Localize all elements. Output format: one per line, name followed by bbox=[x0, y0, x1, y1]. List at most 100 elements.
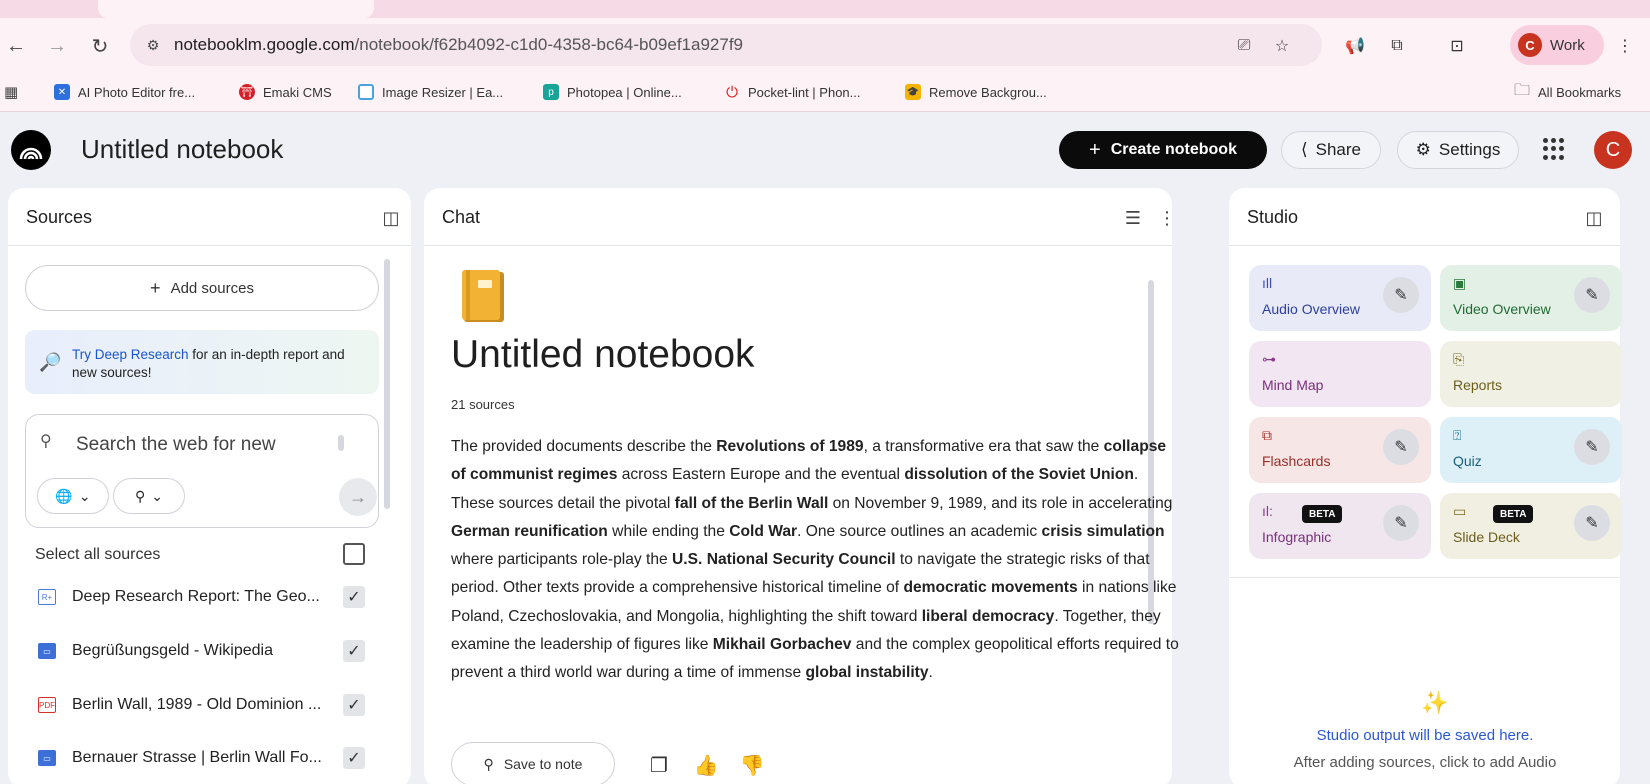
create-notebook-button[interactable]: + Create notebook bbox=[1059, 131, 1267, 169]
deep-research-link[interactable]: Try Deep Research bbox=[72, 347, 189, 362]
photopea-icon: p bbox=[543, 84, 559, 100]
chevron-down-icon: ⌄ bbox=[151, 487, 163, 504]
edit-pencil-icon[interactable]: ✎ bbox=[1383, 277, 1419, 313]
user-avatar[interactable]: C bbox=[1594, 131, 1632, 169]
source-count: 21 sources bbox=[451, 397, 515, 412]
studio-divider bbox=[1230, 577, 1620, 578]
forward-icon[interactable]: → bbox=[43, 32, 71, 60]
collapse-panel-icon[interactable]: ◫ bbox=[379, 206, 403, 230]
quiz-tile[interactable]: ⍰ Quiz ✎ bbox=[1440, 417, 1622, 483]
apps-grid-icon[interactable]: ▦ bbox=[4, 82, 18, 102]
plus-icon: + bbox=[150, 277, 161, 298]
reload-icon[interactable]: ↻ bbox=[86, 32, 114, 60]
studio-title: Studio bbox=[1247, 207, 1299, 227]
emaki-icon: ⛩ bbox=[239, 84, 255, 100]
select-all-label: Select all sources bbox=[35, 546, 161, 563]
add-sources-button[interactable]: + Add sources bbox=[25, 265, 379, 311]
beta-badge: BETA bbox=[1302, 505, 1343, 523]
chat-title: Chat bbox=[442, 207, 481, 227]
source-item[interactable]: PDF Berlin Wall, 1989 - Old Dominion ...… bbox=[8, 685, 398, 725]
web-source-dropdown[interactable]: 🌐 ⌄ bbox=[37, 478, 109, 514]
profile-label: Work bbox=[1550, 36, 1585, 54]
settings-button[interactable]: ⚙ Settings bbox=[1397, 131, 1519, 169]
research-mode-dropdown[interactable]: ⚲ ⌄ bbox=[113, 478, 185, 514]
beta-badge: BETA bbox=[1493, 505, 1534, 523]
source-item[interactable]: ▭ Begrüßungsgeld - Wikipedia ✓ bbox=[8, 631, 398, 671]
folder-icon: 🗀 bbox=[1514, 81, 1531, 99]
notebook-emoji-icon bbox=[462, 270, 504, 322]
bookmark-pocket-lint[interactable]: ⏻ Pocket-lint | Phon... bbox=[724, 82, 860, 102]
infographic-icon: ıl: bbox=[1262, 503, 1273, 519]
tab-search-icon[interactable]: ⊡ bbox=[1444, 33, 1470, 59]
thumbs-up-icon[interactable]: 👍 bbox=[692, 751, 720, 779]
edit-pencil-icon[interactable]: ✎ bbox=[1574, 429, 1610, 465]
notebooklm-logo-icon[interactable] bbox=[11, 130, 51, 170]
infographic-tile[interactable]: ıl: BETA Infographic ✎ bbox=[1249, 493, 1431, 559]
install-app-icon[interactable]: ⎚ bbox=[1232, 34, 1256, 58]
pdf-icon: PDF bbox=[38, 697, 56, 713]
bookmark-ai-photo-editor[interactable]: ✕ AI Photo Editor fre... bbox=[54, 82, 195, 102]
edit-pencil-icon[interactable]: ✎ bbox=[1574, 277, 1610, 313]
source-checkbox[interactable]: ✓ bbox=[343, 747, 365, 769]
url-text[interactable]: notebooklm.google.com/notebook/f62b4092-… bbox=[174, 35, 743, 55]
profile-avatar: C bbox=[1518, 33, 1542, 57]
bookmark-star-icon[interactable]: ☆ bbox=[1270, 34, 1294, 58]
extensions-icon[interactable]: ⧉ bbox=[1384, 33, 1410, 59]
search-input[interactable]: Search the web for new bbox=[76, 434, 276, 456]
search-magnifier-icon: 🔎 bbox=[39, 352, 62, 372]
collapse-panel-icon[interactable]: ◫ bbox=[1582, 206, 1606, 230]
tune-icon[interactable]: ☰ bbox=[1121, 206, 1145, 230]
edit-pencil-icon[interactable]: ✎ bbox=[1574, 505, 1610, 541]
source-item[interactable]: ▭ Bernauer Strasse | Berlin Wall Fo... ✓ bbox=[8, 738, 398, 778]
flashcards-tile[interactable]: ⧉ Flashcards ✎ bbox=[1249, 417, 1431, 483]
share-button[interactable]: ⟨ Share bbox=[1281, 131, 1381, 169]
mind-map-tile[interactable]: ⊶ Mind Map bbox=[1249, 341, 1431, 407]
web-page-icon: ▭ bbox=[38, 643, 56, 659]
bookmark-photopea[interactable]: p Photopea | Online... bbox=[543, 82, 682, 102]
edit-pencil-icon[interactable]: ✎ bbox=[1383, 429, 1419, 465]
select-all-checkbox[interactable] bbox=[343, 543, 365, 565]
bookmark-emaki-cms[interactable]: ⛩ Emaki CMS bbox=[239, 82, 332, 102]
sources-panel: Sources ◫ + Add sources 🔎 Try Deep Resear… bbox=[8, 188, 411, 784]
site-info-icon[interactable]: ⚙ bbox=[142, 34, 164, 56]
announcement-icon[interactable]: 📢 bbox=[1342, 33, 1368, 59]
save-to-note-button[interactable]: ⚲ Save to note bbox=[451, 742, 615, 784]
source-item[interactable]: R+ Deep Research Report: The Geo... ✓ bbox=[8, 577, 398, 617]
deep-research-banner[interactable]: 🔎 Try Deep Research for an in-depth repo… bbox=[25, 330, 379, 394]
slide-deck-tile[interactable]: ▭ BETA Slide Deck ✎ bbox=[1440, 493, 1622, 559]
audio-overview-tile[interactable]: ıll Audio Overview ✎ bbox=[1249, 265, 1431, 331]
google-apps-icon[interactable] bbox=[1543, 138, 1565, 160]
deep-research-text: Try Deep Research for an in-depth report… bbox=[72, 347, 345, 380]
source-checkbox[interactable]: ✓ bbox=[343, 640, 365, 662]
more-menu-icon[interactable]: ⋮ bbox=[1612, 33, 1638, 59]
globe-icon: 🌐 bbox=[55, 487, 73, 504]
bookmark-image-resizer[interactable]: Image Resizer | Ea... bbox=[358, 82, 503, 102]
source-checkbox[interactable]: ✓ bbox=[343, 694, 365, 716]
notebook-title[interactable]: Untitled notebook bbox=[81, 134, 283, 165]
more-vert-icon[interactable]: ⋮ bbox=[1155, 206, 1172, 230]
quiz-icon: ⍰ bbox=[1453, 427, 1462, 443]
submit-arrow-button[interactable]: → bbox=[339, 478, 377, 516]
sparkle-search-icon: ⚲ bbox=[135, 487, 146, 504]
video-overview-tile[interactable]: ▣ Video Overview ✎ bbox=[1440, 265, 1622, 331]
source-checkbox[interactable]: ✓ bbox=[343, 586, 365, 608]
thumbs-down-icon[interactable]: 👎 bbox=[738, 751, 766, 779]
remove-bg-icon: 🎓 bbox=[905, 84, 921, 100]
studio-empty-subtitle: After adding sources, click to add Audio bbox=[1293, 754, 1557, 771]
notebook-summary: The provided documents describe the Revo… bbox=[451, 438, 1179, 682]
web-search-box[interactable]: ⚲ Search the web for new 🌐 ⌄ ⚲ ⌄ → bbox=[25, 414, 379, 528]
magic-wand-icon: ✨ bbox=[1421, 690, 1449, 715]
power-icon: ⏻ bbox=[726, 83, 738, 101]
active-tab[interactable] bbox=[98, 0, 374, 18]
profile-chip[interactable]: C Work bbox=[1510, 25, 1604, 65]
edit-pencil-icon[interactable]: ✎ bbox=[1383, 505, 1419, 541]
address-bar[interactable]: ⚙ notebooklm.google.com/notebook/f62b409… bbox=[130, 24, 1322, 66]
copy-icon[interactable]: ❐ bbox=[645, 751, 673, 779]
sources-scrollbar[interactable] bbox=[384, 259, 390, 509]
bookmark-remove-background[interactable]: 🎓 Remove Backgrou... bbox=[905, 82, 1047, 102]
slide-deck-icon: ▭ bbox=[1453, 503, 1467, 519]
studio-header: Studio ◫ bbox=[1229, 188, 1620, 246]
back-icon[interactable]: ← bbox=[2, 32, 30, 60]
all-bookmarks-button[interactable]: 🗀 All Bookmarks bbox=[1514, 82, 1621, 102]
reports-tile[interactable]: ⎘ Reports bbox=[1440, 341, 1622, 407]
